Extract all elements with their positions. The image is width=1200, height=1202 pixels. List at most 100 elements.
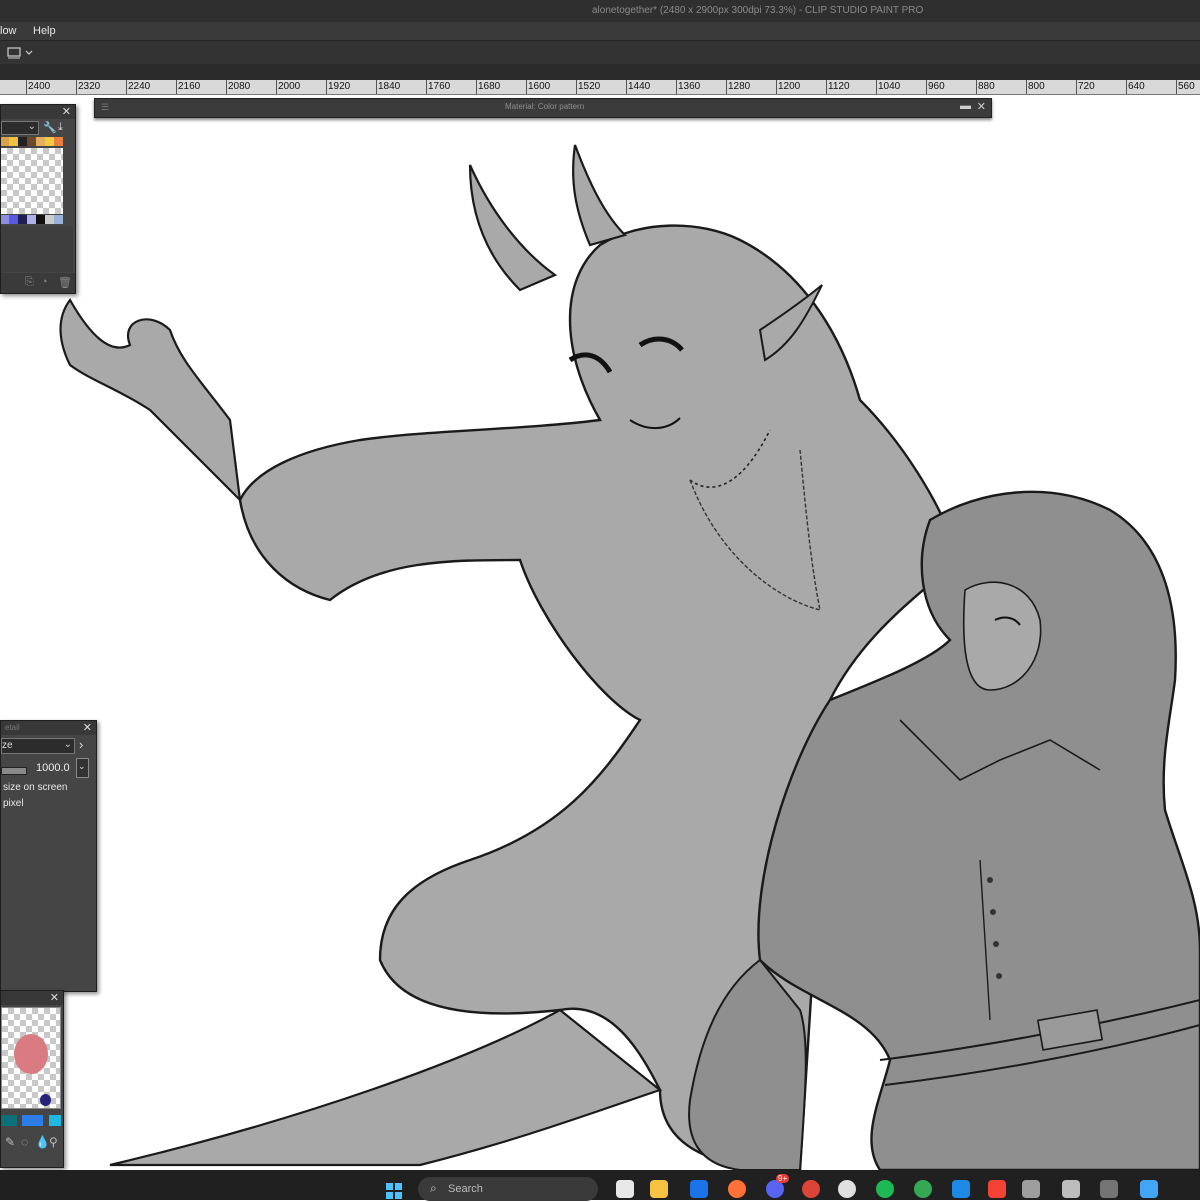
chevron-right-icon[interactable]: ›: [79, 737, 83, 752]
tool-property-header: etail ✕: [1, 721, 96, 735]
option-size-on-screen[interactable]: size on screen: [3, 782, 67, 793]
mail-icon[interactable]: [690, 1180, 708, 1198]
color-set-footer: ⎘ ◔ 🗑: [1, 273, 75, 293]
color-set-dropdown[interactable]: ⌄: [1, 121, 39, 135]
swatch[interactable]: [9, 215, 18, 224]
minimize-icon[interactable]: ▬: [960, 100, 971, 112]
ruler-label: 2000: [278, 81, 301, 92]
ruler-label: 2400: [28, 81, 51, 92]
ruler-label: 2320: [78, 81, 101, 92]
swatch[interactable]: [54, 215, 63, 224]
size-slider[interactable]: [1, 767, 27, 775]
size-value[interactable]: 1000.0: [36, 762, 70, 774]
color-preview-area[interactable]: [1, 1007, 61, 1109]
ruler-label: 2080: [228, 81, 251, 92]
eyedropper-icon[interactable]: ⚲: [49, 1135, 58, 1149]
search-icon: ⌕: [430, 1181, 437, 1195]
spotify-icon[interactable]: [876, 1180, 894, 1198]
ruler-label: 1920: [328, 81, 351, 92]
ruler-label: 1200: [778, 81, 801, 92]
menu-bar: low Help: [0, 22, 1200, 40]
swatch-row-bottom: [1, 215, 63, 225]
swatch[interactable]: [27, 137, 36, 146]
brush-icon[interactable]: ✎: [5, 1135, 15, 1149]
color-chip-row: [1, 1113, 61, 1129]
transparent-icon[interactable]: ◌: [21, 1135, 28, 1149]
close-icon[interactable]: ✕: [50, 991, 59, 1004]
canvas-tab-strip: [0, 64, 1200, 80]
ruler-label: 1040: [878, 81, 901, 92]
chevron-down-icon: ⌄: [63, 739, 72, 750]
clip-studio-icon[interactable]: [1062, 1180, 1080, 1198]
app-icon[interactable]: [1022, 1180, 1040, 1198]
color-set-header: ✕: [1, 105, 75, 119]
swatch[interactable]: [18, 215, 27, 224]
layout-icon[interactable]: [6, 44, 36, 62]
discord-icon[interactable]: 9+: [766, 1174, 790, 1198]
expand-icon[interactable]: ⌄: [76, 758, 89, 778]
edge-icon[interactable]: [914, 1180, 932, 1198]
swatch[interactable]: [45, 137, 54, 146]
firefox-icon[interactable]: [728, 1180, 746, 1198]
color-set-panel: ✕ ⌄ 🔧 ⤓ ⎘ ◔ 🗑: [0, 104, 76, 294]
import-icon[interactable]: ⤓: [58, 121, 63, 134]
ruler-label: 1520: [578, 81, 601, 92]
swatch[interactable]: [45, 215, 54, 224]
ruler-label: 1760: [428, 81, 451, 92]
grip-icon[interactable]: ☰: [101, 102, 109, 113]
chrome-icon[interactable]: [802, 1180, 820, 1198]
window-title: alonetogether* (2480 x 2900px 300dpi 73.…: [592, 5, 924, 16]
tool-property-panel: etail ✕ ze ⌄ › 1000.0 ⌄ size on screen p…: [0, 720, 97, 992]
swatch[interactable]: [54, 137, 63, 146]
swatch[interactable]: [36, 215, 45, 224]
swatch[interactable]: [18, 137, 27, 146]
ruler-label: 2160: [178, 81, 201, 92]
color-set-empty-area: [1, 226, 73, 272]
brush-size-unit-dropdown[interactable]: ze ⌄: [1, 738, 75, 754]
app-icon[interactable]: [988, 1180, 1006, 1198]
file-explorer-icon[interactable]: [616, 1180, 634, 1198]
folder-icon[interactable]: [650, 1180, 668, 1198]
ruler-label: 720: [1078, 81, 1095, 92]
ruler-label: 1680: [478, 81, 501, 92]
trash-icon[interactable]: 🗑: [58, 276, 72, 289]
material-panel-bar[interactable]: ☰ Material: Color pattern ▬ ✕: [94, 98, 992, 118]
sub-color-swatch[interactable]: [14, 1034, 48, 1074]
ruler-label: 1600: [528, 81, 551, 92]
color-chip[interactable]: [22, 1115, 43, 1126]
color-chip[interactable]: [49, 1115, 61, 1126]
main-color-swatch[interactable]: [40, 1094, 51, 1106]
close-icon[interactable]: ✕: [83, 721, 92, 734]
color-chip[interactable]: [1, 1115, 17, 1126]
dropdown-value: ze: [2, 740, 13, 751]
ruler-label: 800: [1028, 81, 1045, 92]
ruler-label: 640: [1128, 81, 1145, 92]
swatch[interactable]: [9, 137, 18, 146]
option-pixel[interactable]: pixel: [3, 798, 24, 809]
search-input[interactable]: ⌕ Search: [418, 1177, 598, 1201]
color-grid-empty[interactable]: [1, 148, 63, 214]
search-placeholder: Search: [448, 1183, 483, 1195]
close-icon[interactable]: ✕: [977, 100, 986, 113]
menu-window[interactable]: low: [0, 25, 17, 37]
color-tools-row: ✎ ◌ 💧 ⚲: [1, 1133, 63, 1153]
calendar-icon[interactable]: [952, 1180, 970, 1198]
close-icon[interactable]: ✕: [62, 105, 71, 118]
app-icon[interactable]: [1140, 1180, 1158, 1198]
drop-icon[interactable]: 💧: [35, 1135, 50, 1149]
ruler-label: 1280: [728, 81, 751, 92]
swatch[interactable]: [27, 215, 36, 224]
notes-icon[interactable]: [838, 1180, 856, 1198]
add-color-icon[interactable]: ◔: [41, 276, 48, 288]
app-icon[interactable]: [1100, 1180, 1118, 1198]
chevron-down-icon: ⌄: [27, 121, 36, 132]
swatch[interactable]: [36, 137, 45, 146]
command-bar: [0, 40, 1200, 65]
ruler-label: 2240: [128, 81, 151, 92]
color-panel-header: ✕: [1, 991, 63, 1005]
canvas-artwork[interactable]: [0, 94, 1200, 1170]
windows-start-icon[interactable]: [386, 1183, 402, 1199]
copy-icon[interactable]: ⎘: [25, 276, 34, 289]
wrench-icon[interactable]: 🔧: [43, 121, 57, 134]
menu-help[interactable]: Help: [33, 25, 56, 37]
